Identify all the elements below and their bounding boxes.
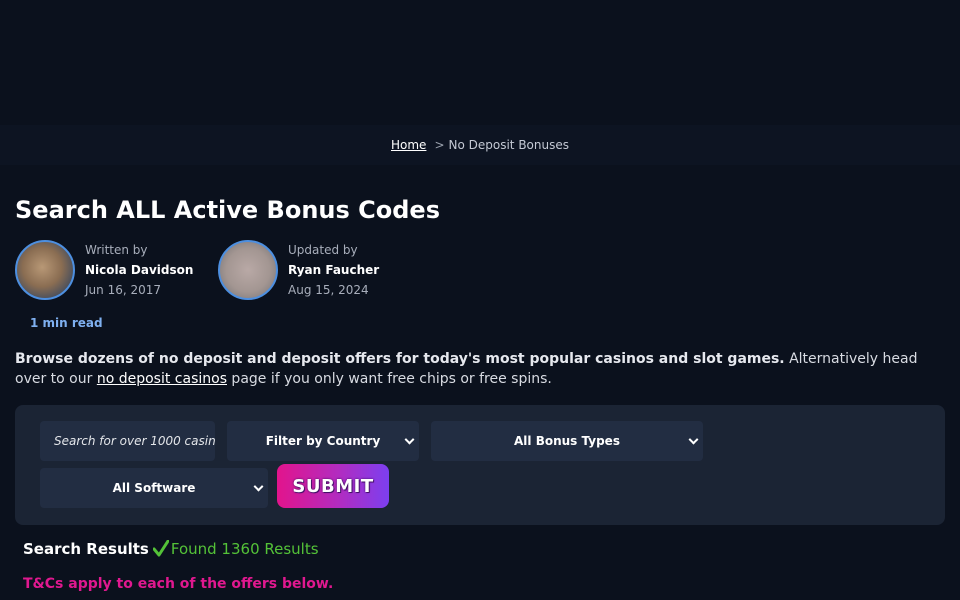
editor-label: Updated by	[288, 243, 358, 257]
site-header	[0, 0, 960, 125]
author-updated: Updated by Ryan Faucher Aug 15, 2024	[218, 240, 379, 300]
author-name[interactable]: Nicola Davidson	[85, 260, 193, 280]
search-results-header: Search Results Found 1360 Results	[23, 540, 319, 558]
editor-name[interactable]: Ryan Faucher	[288, 260, 379, 280]
chevron-down-icon	[404, 434, 415, 445]
read-time: 1 min read	[30, 316, 103, 330]
editor-date: Aug 15, 2024	[288, 283, 369, 297]
breadcrumb-separator: >	[434, 138, 445, 152]
intro-text-tail: page if you only want free chips or free…	[226, 371, 552, 387]
breadcrumb: Home > No Deposit Bonuses	[0, 125, 960, 165]
search-panel: Search for over 1000 casinos Filter by C…	[15, 405, 945, 525]
search-input[interactable]: Search for over 1000 casinos	[40, 421, 215, 461]
check-icon	[152, 540, 169, 557]
no-deposit-casinos-link[interactable]: no deposit casinos	[97, 371, 227, 387]
author-label: Written by	[85, 243, 148, 257]
bonus-type-select[interactable]: All Bonus Types	[431, 421, 703, 461]
author-written: Written by Nicola Davidson Jun 16, 2017	[15, 240, 193, 300]
intro-paragraph: Browse dozens of no deposit and deposit …	[15, 349, 950, 389]
page-title: Search ALL Active Bonus Codes	[15, 196, 440, 224]
breadcrumb-home-link[interactable]: Home	[391, 138, 426, 152]
results-count: Found 1360 Results	[170, 540, 319, 558]
chevron-down-icon	[253, 481, 264, 492]
bonus-type-select-label: All Bonus Types	[514, 434, 620, 448]
software-select[interactable]: All Software	[40, 468, 268, 508]
results-heading: Search Results	[23, 540, 149, 558]
software-select-label: All Software	[112, 481, 196, 495]
submit-button[interactable]: SUBMIT	[277, 464, 389, 508]
intro-bold: Browse dozens of no deposit and deposit …	[15, 351, 785, 367]
country-select-label: Filter by Country	[265, 434, 381, 448]
editor-avatar[interactable]	[218, 240, 278, 300]
author-date: Jun 16, 2017	[85, 283, 162, 297]
terms-notice: T&Cs apply to each of the offers below.	[23, 576, 334, 592]
author-avatar[interactable]	[15, 240, 75, 300]
country-select[interactable]: Filter by Country	[227, 421, 419, 461]
breadcrumb-current: No Deposit Bonuses	[448, 138, 570, 152]
chevron-down-icon	[688, 434, 699, 445]
